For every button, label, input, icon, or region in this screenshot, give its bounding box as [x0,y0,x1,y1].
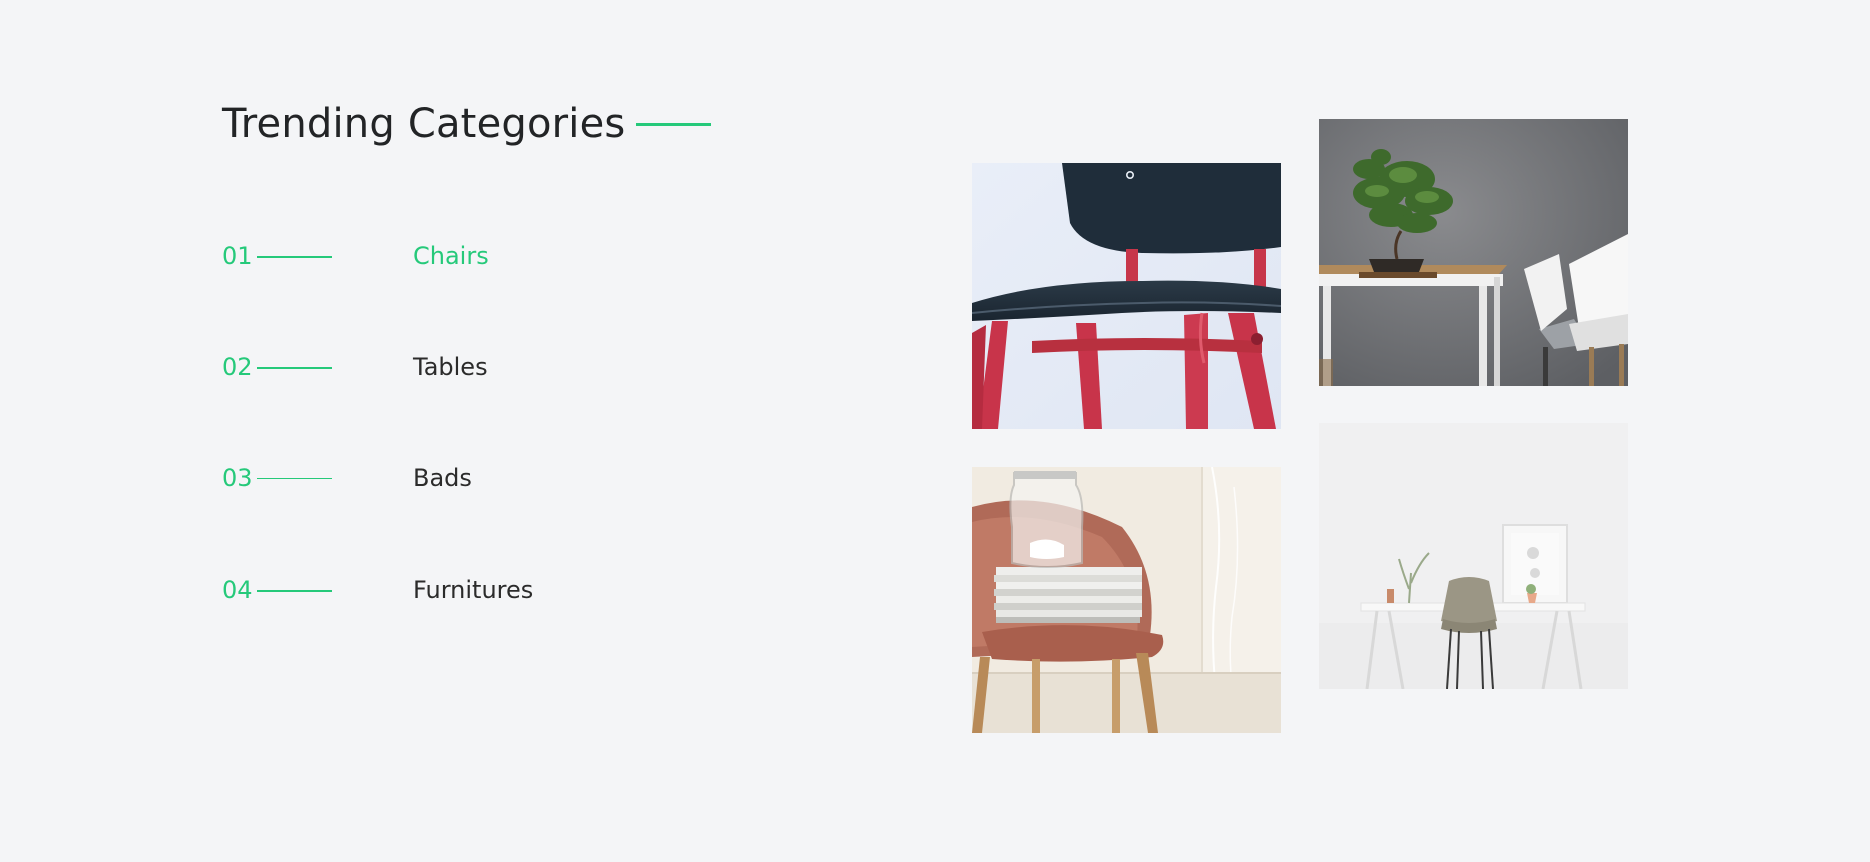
red-chair-illustration [972,163,1281,429]
white-desk-photo[interactable] [1319,423,1628,689]
category-number: 01 [222,242,253,270]
category-line [257,478,332,479]
category-line [257,367,332,369]
white-desk-illustration [1319,423,1628,689]
category-number: 04 [222,576,253,604]
category-line [257,256,332,258]
category-label: Bads [413,464,472,492]
category-item-chairs[interactable]: 01 Chairs [222,236,642,276]
red-chair-photo[interactable] [972,163,1281,429]
category-number: 02 [222,353,253,381]
category-label: Tables [413,353,488,381]
pink-chair-illustration [972,467,1281,733]
category-label: Furnitures [413,576,534,604]
category-item-tables[interactable]: 02 Tables [222,347,642,387]
category-item-bads[interactable]: 03 Bads [222,458,642,498]
category-label: Chairs [413,242,489,270]
pink-chair-photo[interactable] [972,467,1281,733]
category-item-furnitures[interactable]: 04 Furnitures [222,570,642,610]
section-title: Trending Categories [222,101,626,147]
table-bonsai-illustration [1319,119,1628,386]
category-line [257,590,332,592]
category-number: 03 [222,464,253,492]
title-accent-line [636,123,711,126]
table-bonsai-photo[interactable] [1319,119,1628,386]
